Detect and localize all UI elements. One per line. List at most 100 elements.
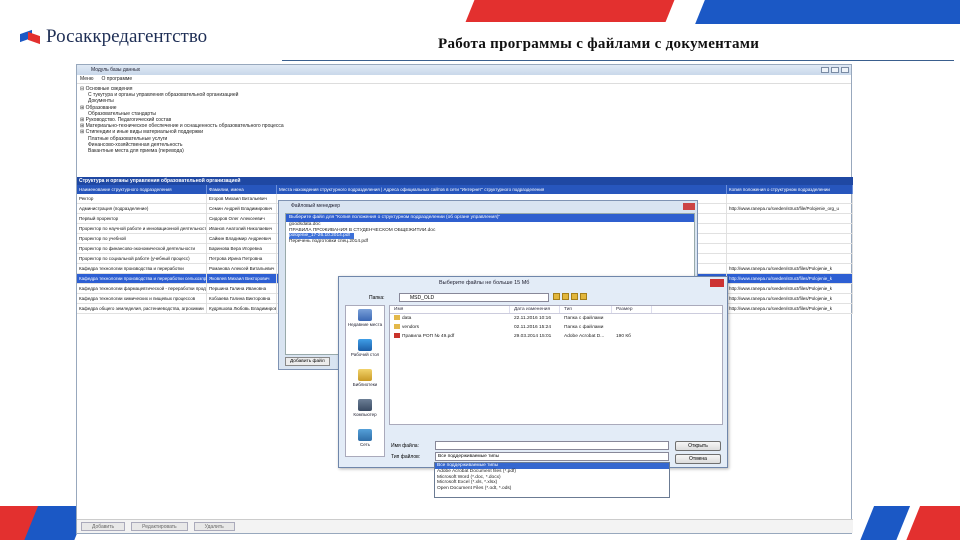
grid-column-header[interactable]: Места нахождения структурного подразделе… xyxy=(277,185,727,194)
table-cell: Семин Андрей Владимирович xyxy=(207,204,277,213)
column-type[interactable]: Тип xyxy=(560,306,612,313)
grid-header: Наименование структурного подразделения … xyxy=(77,185,853,194)
filename-label: Имя файла: xyxy=(391,443,419,449)
table-cell: http://www.ranepa.ru/sveden/struct/files… xyxy=(727,264,853,273)
table-cell: Сидоров Олег Алексеевич xyxy=(207,214,277,223)
dropdown-option[interactable]: Open Document Files (*.odt, *.ods) xyxy=(435,486,669,492)
close-icon[interactable] xyxy=(841,67,849,73)
file-row[interactable]: vendors 02.11.2016 15:24 Папка с файлами xyxy=(390,323,722,332)
table-cell: Проректор по финансово-экономической дея… xyxy=(77,244,207,253)
table-cell: Администрация (подразделение) xyxy=(77,204,207,213)
computer-icon xyxy=(358,399,372,411)
edit-record-button[interactable]: Редактировать xyxy=(131,522,188,531)
menu-item-about[interactable]: О программе xyxy=(102,76,133,82)
table-cell: Сайкин Владимир Андреевич xyxy=(207,234,277,243)
add-record-button[interactable]: Добавить xyxy=(81,522,126,531)
place-label: Сеть xyxy=(359,442,370,447)
table-cell: Проректор по научной работе и инновацион… xyxy=(79,224,207,233)
folder-select[interactable]: MSD_OLD xyxy=(399,293,549,302)
place-item[interactable]: Сеть xyxy=(346,426,384,456)
back-icon[interactable] xyxy=(553,293,560,300)
table-cell: Егоров Михаил Витальевич xyxy=(207,194,277,203)
place-item[interactable]: Библиотеки xyxy=(346,366,384,396)
table-cell: Кафедра технологии фармацевтической - пе… xyxy=(79,284,207,293)
place-label: Компьютер xyxy=(353,412,377,417)
place-label: Библиотеки xyxy=(352,382,378,387)
bottom-blue-stripe-right xyxy=(857,506,911,540)
file-name: Перечень подготовки спец.2014.pdf xyxy=(289,238,368,244)
add-file-button[interactable]: Добавить файл xyxy=(285,357,330,366)
table-cell: Кобзаева Галина Викторовна xyxy=(207,294,277,303)
column-date[interactable]: Дата изменения xyxy=(510,306,560,313)
table-cell: http://www.ranepa.ru/sveden/struct/files… xyxy=(727,294,853,303)
table-cell: Баринова Вера Игоревна xyxy=(207,244,277,253)
folder-toolbar xyxy=(553,293,587,300)
place-label: Недавние места xyxy=(347,322,383,327)
close-icon[interactable] xyxy=(683,202,695,210)
table-cell: Романова Алексей Витальевич xyxy=(207,264,277,273)
new-folder-icon[interactable] xyxy=(571,293,578,300)
file-name: data xyxy=(402,316,412,321)
place-label: Рабочий стол xyxy=(350,352,380,357)
tree-item[interactable]: Вакантные места для приема (перевода) xyxy=(80,148,848,154)
folder-icon xyxy=(394,324,400,330)
logo-text: Росаккредагентство xyxy=(46,26,208,47)
maximize-icon[interactable] xyxy=(831,67,839,73)
file-date-cell: 02.11.2016 15:24 xyxy=(514,325,551,330)
file-name: goodsdata.doc xyxy=(289,222,321,227)
file-size-cell: 190 Кб xyxy=(616,334,631,339)
table-cell: Иванов Анатолий Николаевич xyxy=(207,224,277,233)
table-cell: Петрова Ирина Петровна xyxy=(207,254,277,263)
table-cell: http://www.ranepa.ru/sveden/struct/files… xyxy=(727,274,853,283)
file-manager-list: goodsdata.doc ПРАВИЛА ПРОЖИВАНИЯ В СТУДЕН… xyxy=(286,222,694,244)
top-blue-stripe xyxy=(695,0,960,24)
filename-input[interactable] xyxy=(435,441,669,450)
file-manager-header: Выберите файл для "Копия положения о стр… xyxy=(286,214,694,222)
delete-record-button[interactable]: Удалить xyxy=(193,522,235,531)
table-cell: Проректор по учебной xyxy=(77,234,207,243)
pdf-file-icon xyxy=(394,333,400,339)
file-date-cell: 29.03.2014 15:01 xyxy=(514,334,552,339)
minimize-icon[interactable] xyxy=(821,67,829,73)
filetype-label: Тип файлов: xyxy=(391,454,421,460)
bottom-toolbar: Добавить Редактировать Удалить xyxy=(77,519,853,533)
table-cell: http://www.ranepa.ru/sveden/struct/file/… xyxy=(727,204,853,213)
file-name: ПРАВИЛА ПРОЖИВАНИЯ В СТУДЕНЧЕСКОМ ОБЩЕЖИ… xyxy=(289,227,436,233)
view-menu-icon[interactable] xyxy=(580,293,587,300)
table-cell xyxy=(727,194,853,203)
table-cell: Першина Галина Ивановна xyxy=(207,284,277,293)
grid-caption: Структура и органы управления образовате… xyxy=(77,177,853,185)
grid-column-header[interactable]: Наименование структурного подразделения xyxy=(77,185,207,194)
file-row[interactable]: Правила РОП № 49.pdf 29.03.2014 15:01 Adob… xyxy=(390,332,722,341)
place-item[interactable]: Рабочий стол xyxy=(346,336,384,366)
grid-column-header[interactable]: Фамилии, имена xyxy=(207,185,277,194)
up-folder-icon[interactable] xyxy=(562,293,569,300)
window-title: Модуль базы данных xyxy=(91,67,141,73)
file-row[interactable]: data 22.11.2016 10:16 Папка с файлами xyxy=(390,314,722,323)
menu-item-main[interactable]: Меню xyxy=(80,76,94,82)
place-item[interactable]: Недавние места xyxy=(346,306,384,336)
table-cell: Первый проректор xyxy=(77,214,207,223)
close-icon[interactable] xyxy=(710,279,724,287)
file-name-cell: data xyxy=(390,314,510,323)
list-item[interactable]: Перечень подготовки спец.2014.pdf xyxy=(289,239,694,245)
open-button[interactable]: Открыть xyxy=(675,441,721,451)
column-size[interactable]: Размер xyxy=(612,306,652,313)
filetype-select[interactable]: Все поддерживаемые типы xyxy=(435,452,669,461)
libraries-icon xyxy=(358,369,372,381)
file-name-cell: Правила РОП № 49.pdf xyxy=(390,332,510,341)
column-name[interactable]: Имя xyxy=(390,306,510,313)
grid-column-header[interactable]: Копия положения о структурном подразделе… xyxy=(727,185,853,194)
place-item[interactable]: Компьютер xyxy=(346,396,384,426)
file-manager-title: Файловый менеджер xyxy=(291,203,341,209)
file-manager-titlebar: Файловый менеджер xyxy=(279,201,697,211)
table-cell: http://www.ranepa.ru/sveden/struct/files… xyxy=(727,304,853,313)
file-size-cell xyxy=(612,314,652,323)
cancel-button[interactable]: Отмена xyxy=(675,454,721,464)
file-name: Правила РОП № 49.pdf xyxy=(402,334,455,339)
file-type-cell: Папка с файлами xyxy=(564,325,604,330)
file-type-cell: Папка с файлами xyxy=(564,316,604,321)
file-type-cell: Adobe Acrobat D... xyxy=(564,334,605,339)
table-cell: Кудряшова Любовь Владимировна xyxy=(209,304,277,313)
title-divider xyxy=(282,60,954,61)
